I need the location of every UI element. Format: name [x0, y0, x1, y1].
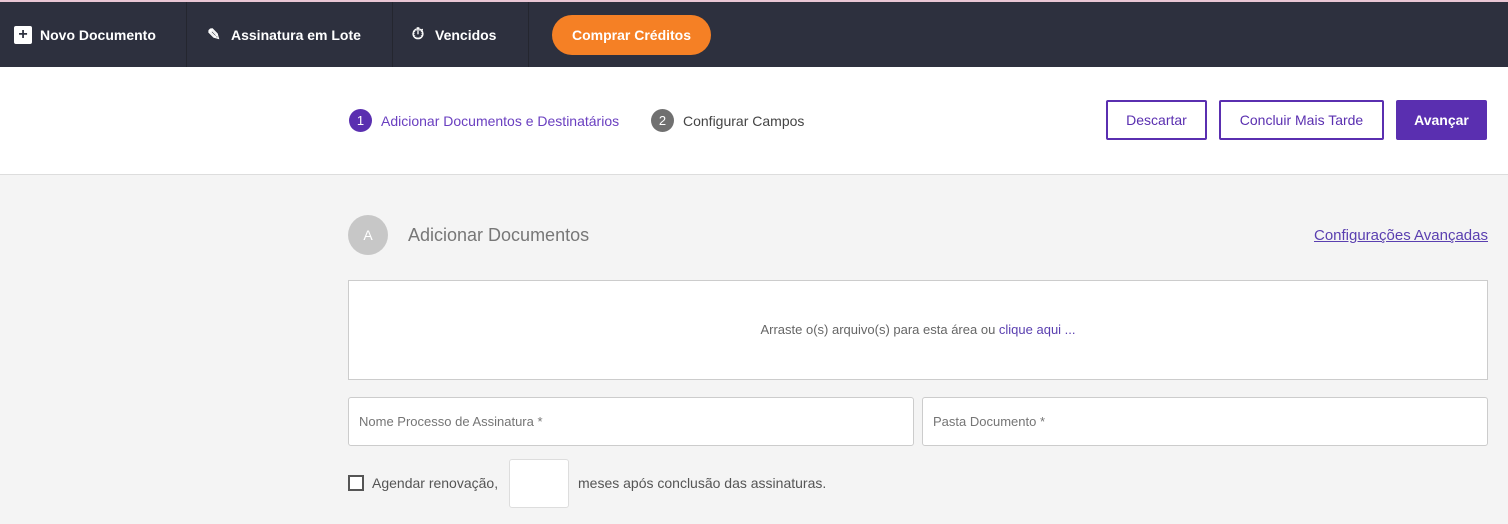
advanced-settings-link[interactable]: Configurações Avançadas	[1314, 227, 1488, 244]
schedule-renewal-label: Agendar renovação,	[372, 475, 499, 491]
nav-label: Vencidos	[435, 26, 497, 43]
file-dropzone[interactable]: Arraste o(s) arquivo(s) para esta área o…	[348, 280, 1488, 380]
stopwatch-icon: ⏱	[411, 25, 425, 43]
process-name-input[interactable]	[348, 397, 914, 446]
wizard-header: 1 Adicionar Documentos e Destinatários 2C…	[0, 67, 1508, 175]
step-number: 2	[651, 109, 674, 132]
dropzone-text: Arraste o(s) arquivo(s) para esta área o…	[760, 322, 999, 337]
nav-label: Assinatura em Lote	[231, 26, 361, 43]
plus-square-icon: +	[14, 25, 32, 44]
nav-label: Novo Documento	[40, 26, 156, 43]
top-navbar: + Novo Documento ✎ Assinatura em Lote ⏱ Ven…	[0, 0, 1508, 67]
pen-batch-icon: ✎	[207, 26, 221, 44]
nav-vencidos[interactable]: ⏱ Vencidos	[393, 2, 529, 67]
step-label: Adicionar Documentos e Destinatários	[381, 112, 620, 129]
months-suffix-label: meses após conclusão das assinaturas.	[578, 475, 827, 491]
step-label: Configurar Campos	[683, 112, 805, 129]
buy-credits-button[interactable]: Comprar Créditos	[552, 14, 712, 55]
step-1[interactable]: 1 Adicionar Documentos e Destinatários	[349, 109, 619, 132]
nav-novo-documento[interactable]: + Novo Documento	[0, 2, 187, 67]
click-here-link[interactable]: clique aqui ...	[999, 322, 1076, 337]
section-title: Adicionar Documentos	[408, 225, 590, 245]
schedule-renewal-checkbox[interactable]	[348, 475, 364, 491]
document-folder-input[interactable]	[922, 397, 1488, 446]
section-badge: A	[348, 215, 388, 255]
step-number: 1	[349, 109, 372, 132]
finish-later-button[interactable]: Concluir Mais Tarde	[1219, 100, 1384, 140]
months-input[interactable]	[509, 459, 569, 508]
next-button[interactable]: Avançar	[1396, 100, 1487, 140]
step-2[interactable]: 2 Configurar Campos	[651, 109, 804, 132]
discard-button[interactable]: Descartar	[1106, 100, 1207, 140]
nav-assinatura-em-lote[interactable]: ✎ Assinatura em Lote	[187, 2, 393, 67]
